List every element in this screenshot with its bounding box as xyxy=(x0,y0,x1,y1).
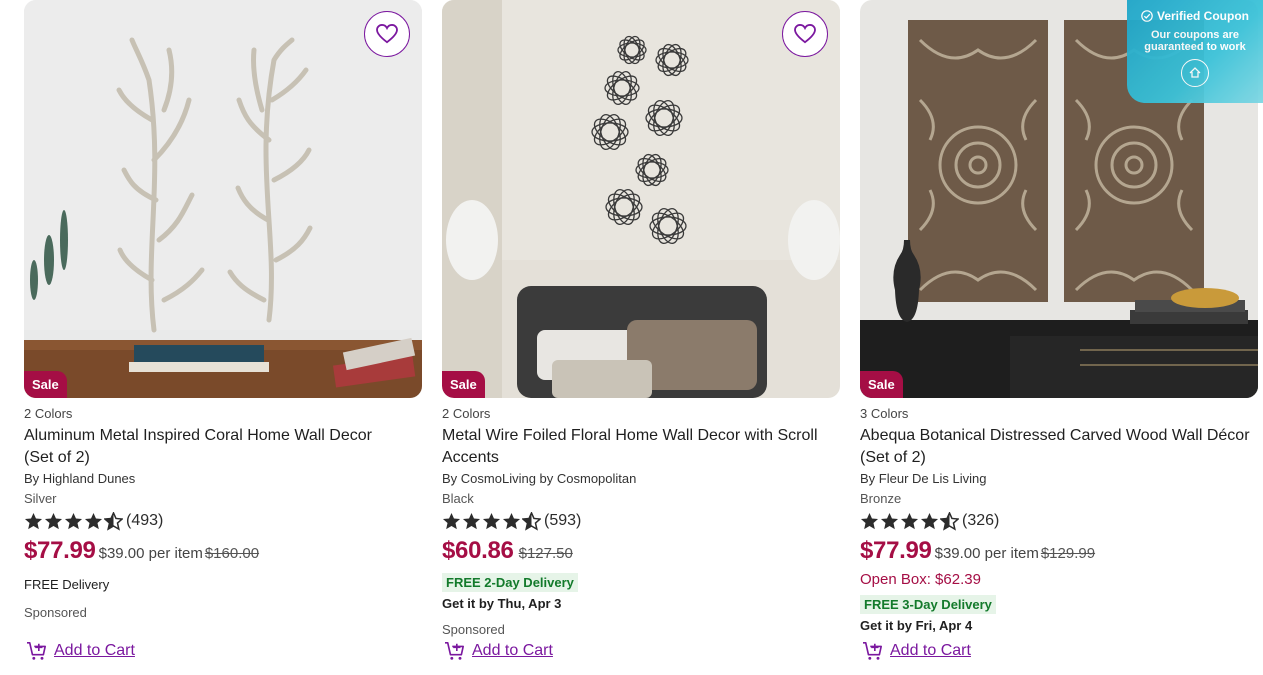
variant-name: Black xyxy=(442,491,474,506)
product-card[interactable]: Sale 2 Colors Metal Wire Foiled Floral H… xyxy=(442,0,840,660)
add-to-cart-button[interactable]: Add to Cart xyxy=(862,641,971,661)
product-title-line[interactable]: Metal Wire Foiled Floral Home Wall Decor… xyxy=(442,425,840,447)
brand-name: By Highland Dunes xyxy=(24,471,136,486)
half-star-icon xyxy=(940,511,959,531)
product-photo-floral xyxy=(442,0,840,398)
rating-count[interactable]: (493) xyxy=(126,512,163,530)
star-icon xyxy=(482,512,501,529)
product-title[interactable]: Metal Wire Foiled Floral Home Wall Decor… xyxy=(442,425,840,469)
product-photo-coral xyxy=(24,0,422,398)
sale-price: $77.99 xyxy=(860,537,932,564)
star-icon xyxy=(900,512,919,529)
open-box-price[interactable]: Open Box: $62.39 xyxy=(860,571,1258,589)
rating-count[interactable]: (593) xyxy=(544,512,581,530)
color-count[interactable]: 2 Colors xyxy=(442,407,840,421)
product-image[interactable]: Sale xyxy=(442,0,840,398)
add-to-cart-label[interactable]: Add to Cart xyxy=(472,642,553,660)
sponsored-label: Sponsored xyxy=(24,605,87,620)
add-to-cart-label[interactable]: Add to Cart xyxy=(890,642,971,660)
product-title-line[interactable]: (Set of 2) xyxy=(860,447,1258,469)
half-star-icon xyxy=(104,511,123,531)
price-row: $77.99 $39.00 per item $160.00 xyxy=(24,537,422,567)
rating: (493) xyxy=(24,511,422,531)
was-price: $127.50 xyxy=(518,545,573,562)
unit-price: $39.00 per item xyxy=(934,545,1039,562)
half-star-icon xyxy=(522,511,541,531)
brand-name: By Fleur De Lis Living xyxy=(860,471,987,486)
cart-plus-icon xyxy=(27,642,46,660)
star-icon xyxy=(860,512,879,529)
product-image[interactable]: Sale xyxy=(24,0,422,398)
star-icon xyxy=(44,512,63,529)
product-title[interactable]: Aluminum Metal Inspired Coral Home Wall … xyxy=(24,425,422,469)
sale-badge: Sale xyxy=(24,371,67,398)
favorite-button[interactable] xyxy=(364,11,410,57)
product-grid: Sale 2 Colors Aluminum Metal Inspired Co… xyxy=(24,0,1258,660)
cart-plus-icon xyxy=(445,642,464,660)
unit-price: $39.00 per item xyxy=(98,545,203,562)
variant-name: Silver xyxy=(24,491,57,506)
delivery-info: FREE Delivery xyxy=(24,577,110,592)
rating: (326) xyxy=(860,511,1258,531)
star-icon xyxy=(442,512,461,529)
heart-icon xyxy=(794,24,816,44)
coupon-subtitle: Our coupons are guaranteed to work xyxy=(1144,29,1246,53)
star-icon xyxy=(920,512,939,529)
rating: (593) xyxy=(442,511,840,531)
heart-icon xyxy=(376,24,398,44)
product-title-line[interactable]: Accents xyxy=(442,447,840,469)
product-title-line[interactable]: (Set of 2) xyxy=(24,447,422,469)
variant-name: Bronze xyxy=(860,491,902,506)
sale-badge: Sale xyxy=(442,371,485,398)
favorite-button[interactable] xyxy=(782,11,828,57)
add-to-cart-label[interactable]: Add to Cart xyxy=(54,642,135,660)
star-icon xyxy=(84,512,103,529)
coupon-logo-glyph xyxy=(1189,67,1201,78)
delivery-badge: FREE 3-Day Delivery xyxy=(860,595,996,614)
sale-price: $77.99 xyxy=(24,537,96,564)
coupon-logo-icon[interactable] xyxy=(1181,59,1209,87)
cart-plus-icon xyxy=(863,642,883,660)
check-badge-icon xyxy=(1141,10,1153,22)
price-row: $77.99 $39.00 per item $129.99 xyxy=(860,537,1258,567)
delivery-badge: FREE 2-Day Delivery xyxy=(442,573,578,592)
star-icon xyxy=(24,512,43,529)
price-row: $60.86 $127.50 xyxy=(442,537,840,567)
was-price: $129.99 xyxy=(1040,545,1096,562)
was-price: $160.00 xyxy=(204,545,260,562)
color-count[interactable]: 3 Colors xyxy=(860,407,1258,421)
color-count[interactable]: 2 Colors xyxy=(24,407,422,421)
rating-count[interactable]: (326) xyxy=(962,512,999,530)
product-title-line[interactable]: Abequa Botanical Distressed Carved Wood … xyxy=(860,425,1258,447)
add-to-cart-button[interactable]: Add to Cart xyxy=(26,641,135,661)
product-card[interactable]: Sale 2 Colors Aluminum Metal Inspired Co… xyxy=(24,0,422,660)
delivery-date: Get it by Thu, Apr 3 xyxy=(442,596,562,611)
brand-name: By CosmoLiving by Cosmopolitan xyxy=(442,471,637,486)
star-icon xyxy=(462,512,481,529)
sale-price: $60.86 xyxy=(442,537,514,564)
star-icon xyxy=(64,512,83,529)
sale-badge: Sale xyxy=(860,371,903,398)
delivery-date: Get it by Fri, Apr 4 xyxy=(860,618,973,633)
product-title[interactable]: Abequa Botanical Distressed Carved Wood … xyxy=(860,425,1258,469)
coupon-title-text: Verified Coupon xyxy=(1156,9,1249,23)
coupon-title: Verified Coupon xyxy=(1127,9,1263,23)
add-to-cart-button[interactable]: Add to Cart xyxy=(444,641,553,661)
sponsored-label: Sponsored xyxy=(442,622,505,637)
verified-coupon-widget[interactable]: Verified Coupon Our coupons are guarante… xyxy=(1127,0,1263,103)
product-title-line[interactable]: Aluminum Metal Inspired Coral Home Wall … xyxy=(24,425,422,447)
star-icon xyxy=(502,512,521,529)
star-icon xyxy=(880,512,899,529)
